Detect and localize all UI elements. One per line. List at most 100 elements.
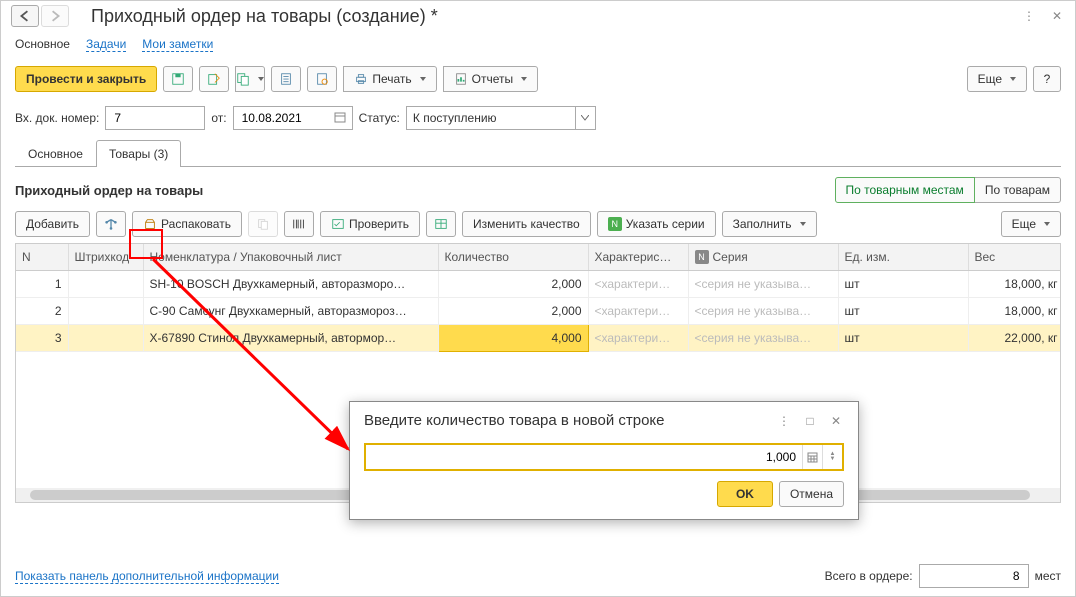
- add-button[interactable]: Добавить: [15, 211, 90, 237]
- col-weight[interactable]: Вес: [968, 244, 1061, 271]
- dialog-ok-button[interactable]: OK: [717, 481, 773, 507]
- save-button[interactable]: [163, 66, 193, 92]
- qty-field[interactable]: [366, 450, 802, 464]
- cell-char[interactable]: <характери…: [588, 325, 688, 352]
- more-button[interactable]: Еще: [967, 66, 1027, 92]
- nav-forward-button[interactable]: [41, 5, 69, 27]
- cell-unit[interactable]: шт: [838, 298, 968, 325]
- col-unit[interactable]: Ед. изм.: [838, 244, 968, 271]
- cell-serial[interactable]: <серия не указыва…: [688, 325, 838, 352]
- section-tab-tasks[interactable]: Задачи: [86, 37, 126, 52]
- doc-num-input[interactable]: [105, 106, 205, 130]
- cell-weight[interactable]: 18,000, кг: [968, 298, 1061, 325]
- section-tab-main[interactable]: Основное: [15, 37, 70, 52]
- goods-subtitle: Приходный ордер на товары: [15, 183, 835, 198]
- doc-num-field[interactable]: [112, 110, 198, 126]
- check-button[interactable]: Проверить: [320, 211, 420, 237]
- help-button[interactable]: ?: [1033, 66, 1061, 92]
- cell-nomenclature[interactable]: Х-67890 Стинол Двухкамерный, автормор…: [143, 325, 438, 352]
- col-char[interactable]: Характерис…: [588, 244, 688, 271]
- doc-link-icon: [236, 72, 250, 86]
- grid-more-button[interactable]: Еще: [1001, 211, 1061, 237]
- post-icon: [207, 72, 221, 86]
- n-badge-icon: N: [608, 217, 622, 231]
- cell-n[interactable]: 1: [16, 271, 68, 298]
- cell-serial[interactable]: <серия не указыва…: [688, 298, 838, 325]
- content-tab-main[interactable]: Основное: [15, 140, 96, 167]
- col-barcode[interactable]: Штрихкод: [68, 244, 143, 271]
- qty-input[interactable]: ▲▼: [364, 443, 844, 471]
- chevron-down-icon[interactable]: [575, 107, 595, 129]
- cell-serial[interactable]: <серия не указыва…: [688, 271, 838, 298]
- copy-button[interactable]: [248, 211, 278, 237]
- set-series-button[interactable]: N Указать серии: [597, 211, 716, 237]
- table-row[interactable]: 2 С-90 Самсунг Двухкамерный, авторазмороз…: [16, 298, 1061, 325]
- calculator-icon[interactable]: [802, 445, 822, 469]
- table-button[interactable]: [426, 211, 456, 237]
- total-input[interactable]: [919, 564, 1029, 588]
- cell-char[interactable]: <характери…: [588, 298, 688, 325]
- unpack-button[interactable]: Распаковать: [132, 211, 242, 237]
- calendar-icon[interactable]: [334, 111, 346, 126]
- col-qty[interactable]: Количество: [438, 244, 588, 271]
- doc-button-1[interactable]: [271, 66, 301, 92]
- table-row[interactable]: 3 Х-67890 Стинол Двухкамерный, автормор…4…: [16, 325, 1061, 352]
- toggle-by-places[interactable]: По товарным местам: [835, 177, 975, 203]
- cell-unit[interactable]: шт: [838, 271, 968, 298]
- cell-nomenclature[interactable]: С-90 Самсунг Двухкамерный, авторазмороз…: [143, 298, 438, 325]
- cell-barcode[interactable]: [68, 325, 143, 352]
- cell-barcode[interactable]: [68, 271, 143, 298]
- barcode-button[interactable]: [284, 211, 314, 237]
- status-select[interactable]: К поступлению: [406, 106, 596, 130]
- col-serial[interactable]: NСерия: [688, 244, 838, 271]
- total-field[interactable]: [926, 568, 1022, 584]
- window-title: Приходный ордер на товары (создание) *: [91, 6, 1021, 27]
- col-n[interactable]: N: [16, 244, 68, 271]
- cell-unit[interactable]: шт: [838, 325, 968, 352]
- cell-n[interactable]: 2: [16, 298, 68, 325]
- change-quality-button[interactable]: Изменить качество: [462, 211, 591, 237]
- barcode-icon: [292, 217, 306, 231]
- cell-char[interactable]: <характери…: [588, 271, 688, 298]
- col-nomenclature[interactable]: Номенклатура / Упаковочный лист: [143, 244, 438, 271]
- dialog-maximize-icon[interactable]: □: [802, 413, 818, 429]
- status-value: К поступлению: [413, 111, 569, 125]
- post-button[interactable]: [199, 66, 229, 92]
- date-field[interactable]: [240, 110, 334, 126]
- kebab-icon[interactable]: ⋮: [1021, 8, 1037, 24]
- split-row-button[interactable]: [96, 211, 126, 237]
- cell-weight[interactable]: 18,000, кг: [968, 271, 1061, 298]
- cell-nomenclature[interactable]: SH-10 BOSCH Двухкамерный, авторазморо…: [143, 271, 438, 298]
- dialog-kebab-icon[interactable]: ⋮: [776, 413, 792, 429]
- create-based-button[interactable]: [235, 66, 265, 92]
- print-button[interactable]: Печать: [343, 66, 436, 92]
- cell-qty[interactable]: 4,000: [438, 325, 588, 352]
- dialog-close-icon[interactable]: ✕: [828, 413, 844, 429]
- dialog-cancel-button[interactable]: Отмена: [779, 481, 844, 507]
- cell-weight[interactable]: 22,000, кг: [968, 325, 1061, 352]
- total-label: Всего в ордере:: [825, 569, 913, 583]
- table-row[interactable]: 1 SH-10 BOSCH Двухкамерный, авторазморо…2…: [16, 271, 1061, 298]
- cell-n[interactable]: 3: [16, 325, 68, 352]
- date-input[interactable]: [233, 106, 353, 130]
- check-label: Проверить: [349, 217, 409, 231]
- content-tab-goods[interactable]: Товары (3): [96, 140, 181, 167]
- post-close-button[interactable]: Провести и закрыть: [15, 66, 157, 92]
- cell-barcode[interactable]: [68, 298, 143, 325]
- printer-icon: [354, 72, 368, 86]
- cell-qty[interactable]: 2,000: [438, 271, 588, 298]
- close-icon[interactable]: ✕: [1049, 8, 1065, 24]
- table-icon: [434, 217, 448, 231]
- section-tab-notes[interactable]: Мои заметки: [142, 37, 213, 52]
- toggle-by-goods[interactable]: По товарам: [975, 177, 1061, 203]
- extra-info-toggle[interactable]: Показать панель дополнительной информаци…: [15, 569, 279, 584]
- spinner-icon[interactable]: ▲▼: [822, 445, 842, 469]
- unpack-icon: [143, 217, 157, 231]
- dialog-title: Введите количество товара в новой строке: [364, 412, 776, 429]
- cell-qty[interactable]: 2,000: [438, 298, 588, 325]
- fill-button[interactable]: Заполнить: [722, 211, 817, 237]
- reports-button[interactable]: Отчеты: [443, 66, 538, 92]
- doc-button-2[interactable]: [307, 66, 337, 92]
- split-icon: [104, 217, 118, 231]
- nav-back-button[interactable]: [11, 5, 39, 27]
